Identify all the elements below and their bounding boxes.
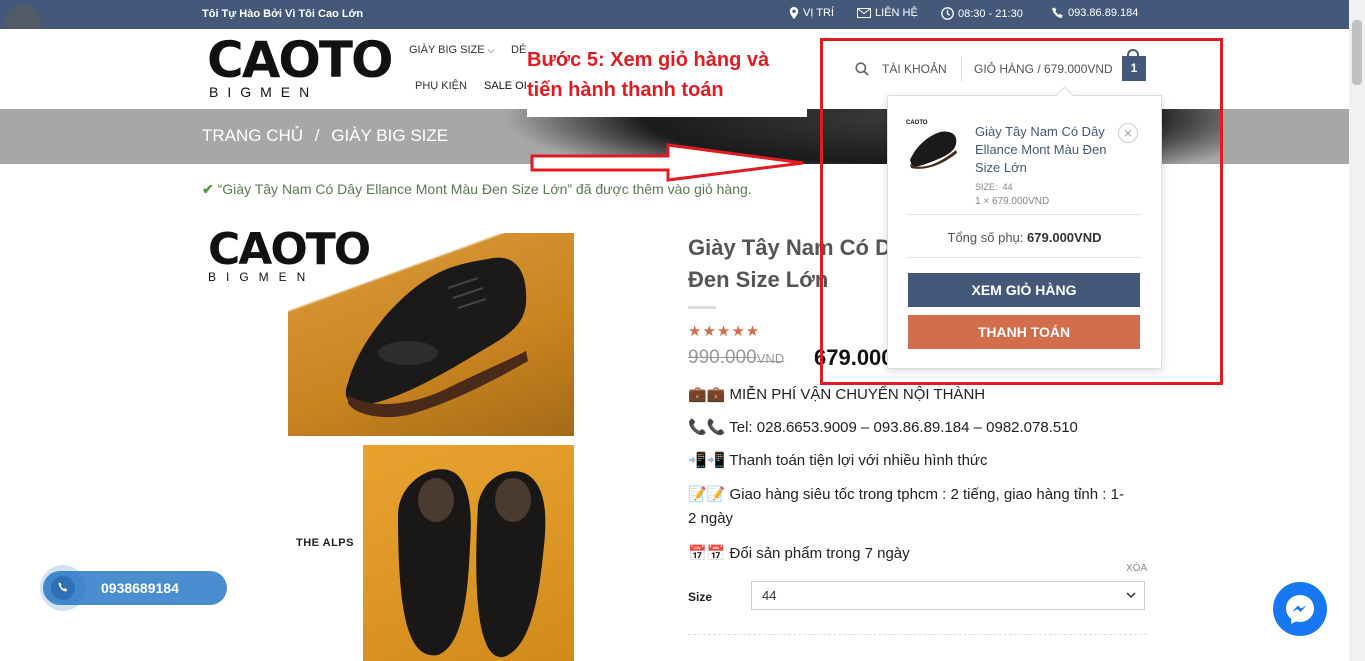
logo-wordmark: CAOTO [207,31,394,89]
old-price-unit: VND [756,351,785,366]
nav-label: PHỤ KIỆN [415,80,467,92]
nav-item-de[interactable]: DÉ [511,44,526,56]
old-price: 990.000VND [688,347,784,369]
hours-info: 08:30 - 21:30 [941,7,1023,20]
size-value: 44 [762,588,777,603]
breadcrumb-separator: / [314,126,320,145]
phone-label: 093.86.89.184 [1068,7,1139,19]
scrollbar-thumb[interactable] [1352,20,1362,85]
breadcrumb-home[interactable]: TRANG CHỦ [202,126,303,145]
location-pin-icon [789,7,799,19]
annotation-arrow [530,143,804,182]
location-label: VỊ TRÍ [803,7,834,19]
feature-delivery-cont: 2 ngày [688,510,734,527]
phone-icon [1052,7,1063,18]
rating-stars[interactable]: ★★★★★ [688,322,760,340]
hours-label: 08:30 - 21:30 [958,7,1023,20]
phone-circle-icon[interactable] [51,576,75,600]
breadcrumb-current[interactable]: GIÀY BIG SIZE [331,126,448,145]
feature-delivery: 📝📝 Giao hàng siêu tốc trong tphcm : 2 ti… [688,486,1124,503]
size-select[interactable]: 44 [751,581,1145,610]
annotation-highlight-box [820,38,1223,385]
product-image-bottom[interactable]: THE ALPS [288,445,574,661]
contact-link[interactable]: LIÊN HỆ [857,7,918,19]
hotline-number: 0938689184 [101,580,179,596]
clock-icon [941,7,954,20]
location-link[interactable]: VỊ TRÍ [789,7,834,19]
nav-item-phu-kien[interactable]: PHỤ KIỆN [415,80,467,92]
chevron-down-icon [1126,588,1136,603]
nav-item-sale[interactable]: SALE OI [484,80,527,92]
form-divider [688,634,1147,635]
nav-label: DÉ [511,44,527,56]
nav-label: SALE OI [484,80,527,92]
nav-label: GIÀY BIG SIZE [409,44,485,56]
chevron-down-icon: ⌵ [487,44,495,55]
title-divider [688,306,716,309]
feature-tel: 📞📞 Tel: 028.6653.9009 – 093.86.89.184 – … [688,419,1078,436]
annotation-text: Bước 5: Xem giỏ hàng và tiến hành thanh … [527,45,807,117]
feature-payment: 📲📲 Thanh toán tiện lợi với nhiều hình th… [688,452,988,469]
tagline: Tôi Tự Hào Bởi Vì Tôi Cao Lớn [202,8,364,20]
top-bar: Tôi Tự Hào Bởi Vì Tôi Cao Lớn VỊ TRÍ LIÊ… [0,0,1349,29]
phone-link[interactable]: 093.86.89.184 [1052,7,1138,19]
feature-return: 📅📅 Đổi sản phẩm trong 7 ngày [688,545,910,562]
messenger-button[interactable] [1273,582,1327,636]
size-label: Size [688,590,713,604]
annotation-line2: tiến hành thanh toán [527,79,724,101]
contact-label: LIÊN HỆ [875,7,918,19]
feature-free-shipping: 💼💼 MIỄN PHÍ VẬN CHUYỂN NỘI THÀNH [688,386,986,403]
scrollbar-track[interactable] [1349,0,1365,661]
breadcrumb: TRANG CHỦ / GIÀY BIG SIZE [202,126,448,146]
mail-icon [857,8,871,18]
image-overlay-logo: CAOTO BIGMEN [208,224,371,288]
shoe-pair-illustration [398,469,546,658]
annotation-line1: Bước 5: Xem giỏ hàng và [527,49,770,71]
checkmark-icon: ✔ [202,181,214,197]
messenger-icon [1286,595,1314,624]
overlay-logo-wordmark: CAOTO [208,224,371,275]
site-logo[interactable]: CAOTO BIGMEN [207,31,394,100]
old-price-value: 990.000 [688,347,757,368]
clear-selection-link[interactable]: XÓA [1126,563,1147,574]
nav-item-giay-big-size[interactable]: GIÀY BIG SIZE ⌵ [409,44,494,56]
brand-tag: THE ALPS [296,537,354,549]
